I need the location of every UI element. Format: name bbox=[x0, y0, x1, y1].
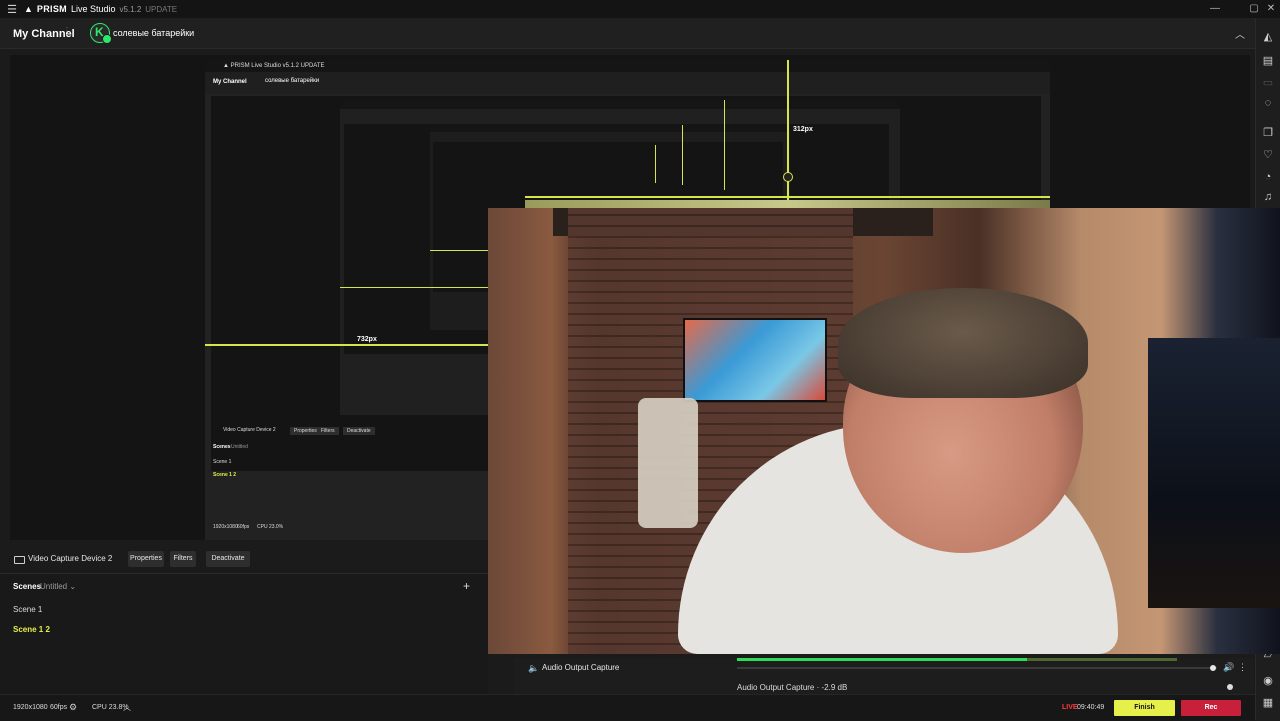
nested-source: Video Capture Device 2 bbox=[223, 427, 276, 433]
camera-feed[interactable] bbox=[488, 208, 1280, 654]
volume-icon[interactable]: 🔊 bbox=[1223, 662, 1234, 673]
distance-label-top: 312px bbox=[793, 126, 813, 133]
heart-icon[interactable]: ♡ bbox=[1261, 148, 1275, 162]
hamburger-menu-icon[interactable]: ☰ bbox=[0, 3, 24, 16]
nested-fps: 60fps bbox=[237, 524, 250, 530]
title-bar: ☰ ▲ PRISM Live Studio v5.1.2 UPDATE — ▢ … bbox=[0, 0, 1280, 18]
live-badge: LIVE bbox=[1062, 704, 1078, 711]
nested-filters: Filters bbox=[317, 427, 339, 435]
sticker-icon[interactable]: ◔ bbox=[1261, 170, 1275, 184]
camera-person-hair bbox=[838, 288, 1088, 398]
scene-item-active[interactable]: Scene 1 2 bbox=[13, 625, 50, 634]
scene-collection-label: Untitled bbox=[40, 582, 68, 591]
audio-level-label: Audio Output Capture · -2.9 dB bbox=[737, 683, 848, 692]
channel-name[interactable]: солевые батарейки bbox=[113, 28, 194, 38]
nested-channel-title: My Channel bbox=[213, 79, 247, 85]
audio-source-name: Audio Output Capture bbox=[542, 663, 620, 672]
guide-line-horizontal bbox=[430, 250, 488, 251]
prism-lens-icon[interactable]: ◭ bbox=[1261, 30, 1275, 44]
nested-title-bar: ▲ PRISM Live Studio v5.1.2 UPDATE bbox=[205, 60, 1050, 72]
audio-balance-knob[interactable] bbox=[1227, 684, 1233, 690]
nested3-title-bar bbox=[430, 125, 790, 132]
source-name: Video Capture Device 2 bbox=[28, 554, 113, 563]
scenes-panel: Scenes Untitled ⌄ + Scene 1 Scene 1 2 bbox=[0, 573, 488, 694]
nested-channel-bar: My Channel солевые батарейки bbox=[205, 72, 1050, 94]
guide-line-vertical bbox=[724, 100, 725, 190]
scene-collection-dropdown[interactable]: Untitled ⌄ bbox=[40, 582, 76, 591]
channel-avatar[interactable]: K bbox=[90, 23, 112, 44]
minimize-icon[interactable]: — bbox=[1204, 0, 1226, 18]
chevron-down-icon: ⌄ bbox=[69, 582, 77, 591]
channel-bar: My Channel ⋮ K солевые батарейки ︿ bbox=[0, 18, 1255, 49]
nested-channel-name: солевые батарейки bbox=[265, 78, 320, 84]
guide-line-vertical bbox=[655, 145, 656, 183]
nested-scene-2: Scene 1 2 bbox=[213, 472, 237, 478]
camera-window bbox=[1148, 338, 1280, 608]
audio-meter-peak bbox=[1027, 658, 1177, 661]
close-icon[interactable]: ✕ bbox=[1260, 0, 1280, 18]
copy-icon[interactable]: ❐ bbox=[1261, 126, 1275, 140]
more-dots-icon[interactable]: ⋮ bbox=[62, 26, 72, 37]
add-scene-icon[interactable]: + bbox=[463, 579, 470, 593]
selection-border bbox=[525, 200, 1050, 208]
audio-mixer: 🔈 Audio Output Capture 🔊 ⋮ Audio Output … bbox=[514, 658, 1254, 694]
live-timer: 09:40:49 bbox=[1077, 704, 1105, 711]
guide-line-horizontal bbox=[205, 344, 488, 346]
guide-line-horizontal bbox=[525, 196, 1050, 198]
camera-chair bbox=[638, 398, 698, 528]
nested-scene-1: Scene 1 bbox=[213, 459, 232, 465]
fps-label: 60fps bbox=[50, 704, 68, 711]
camera-tv bbox=[683, 318, 827, 402]
update-link[interactable]: UPDATE bbox=[145, 5, 177, 14]
speaker-icon[interactable]: 🔈 bbox=[528, 663, 539, 674]
scene-item[interactable]: Scene 1 bbox=[13, 605, 42, 614]
guide-line-vertical bbox=[682, 125, 683, 185]
nested2-title-bar bbox=[340, 100, 900, 109]
prism-logo-icon: ▲ bbox=[24, 4, 33, 14]
video-capture-icon bbox=[14, 556, 25, 564]
filters-button[interactable]: Filters bbox=[170, 551, 196, 567]
audio-more-icon[interactable]: ⋮ bbox=[1238, 662, 1247, 673]
scenes-title: Scenes bbox=[13, 582, 42, 591]
music-icon[interactable]: ♫ bbox=[1261, 190, 1275, 204]
app-subtitle: Live Studio bbox=[70, 4, 116, 14]
nested-scenes-col: Untitled bbox=[231, 444, 248, 450]
nested-res: 1920x1080 bbox=[213, 524, 238, 530]
volume-slider-knob[interactable] bbox=[1210, 665, 1216, 671]
chevron-up-icon[interactable]: ︿ bbox=[1235, 26, 1245, 41]
audio-level-meter bbox=[737, 658, 1177, 661]
deactivate-button[interactable]: Deactivate bbox=[206, 551, 250, 567]
nested-cpu: CPU 23.0% bbox=[257, 524, 284, 530]
chevron-up-icon[interactable]: ︿ bbox=[123, 702, 131, 713]
guide-line-horizontal bbox=[340, 287, 488, 288]
guide-line-vertical bbox=[787, 60, 789, 210]
resolution-label: 1920x1080 bbox=[13, 704, 48, 711]
gear-icon[interactable]: ⚙ bbox=[69, 702, 77, 713]
rec-button[interactable]: Rec bbox=[1181, 700, 1241, 716]
nested-deactivate: Deactivate bbox=[343, 427, 375, 435]
widget-icon[interactable]: ▤ bbox=[1261, 54, 1275, 68]
message-icon[interactable]: ▭ bbox=[1261, 76, 1275, 90]
nested-scenes-title: Scenes bbox=[213, 444, 231, 450]
finish-button[interactable]: Finish bbox=[1114, 700, 1175, 716]
status-bar: 1920x1080 60fps ⚙ CPU 23.8% ︿ LIVE 09:40… bbox=[0, 694, 1255, 721]
distance-label-left: 732px bbox=[357, 336, 377, 343]
properties-button[interactable]: Properties bbox=[128, 551, 164, 567]
source-bar: Video Capture Device 2 Properties Filter… bbox=[0, 545, 488, 573]
audio-meter-fill bbox=[737, 658, 1028, 661]
volume-slider[interactable] bbox=[737, 667, 1217, 669]
settings-panel-icon[interactable]: ▦ bbox=[1261, 696, 1275, 710]
app-logo: ▲ PRISM Live Studio v5.1.2 UPDATE bbox=[24, 4, 177, 14]
rotation-handle-icon[interactable] bbox=[783, 172, 793, 182]
live-dot-icon bbox=[102, 34, 112, 44]
chat-icon[interactable]: ◌ bbox=[1261, 96, 1275, 110]
camera-icon[interactable]: ◉ bbox=[1261, 674, 1275, 688]
app-version: v5.1.2 bbox=[119, 4, 142, 14]
app-name: PRISM bbox=[36, 4, 67, 14]
